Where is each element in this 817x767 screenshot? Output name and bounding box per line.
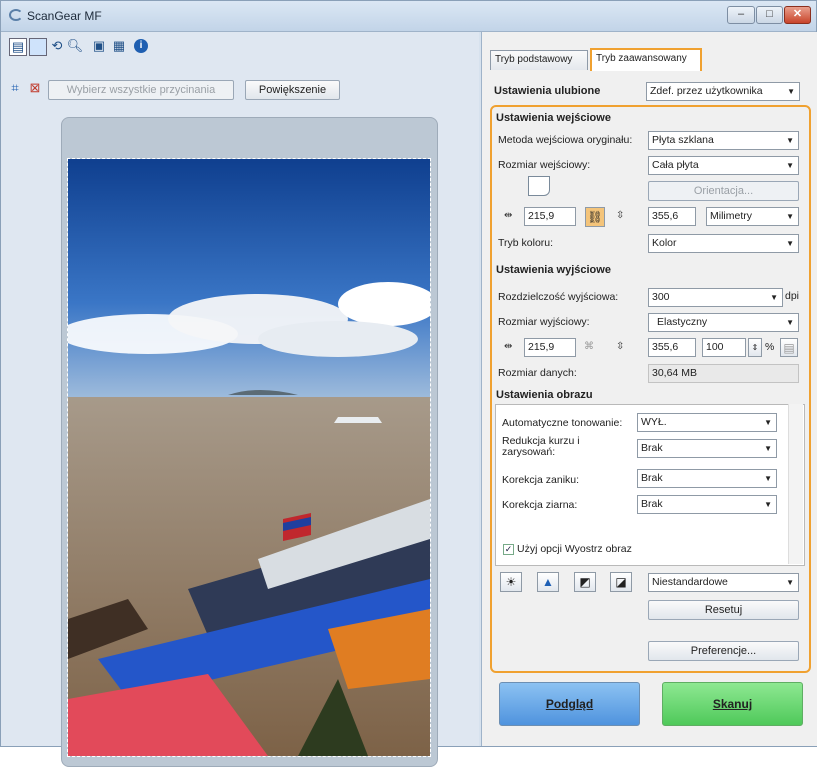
tab-advanced-mode[interactable]: Tryb zaawansowany	[590, 48, 702, 71]
input-size-select[interactable]: Cała płyta ▼	[648, 156, 799, 175]
select-frame-icon[interactable]	[29, 38, 47, 56]
output-height-field[interactable]: 355,6	[648, 338, 696, 357]
final-review-icon[interactable]: ◪	[610, 572, 632, 592]
preview-button[interactable]: Podgląd	[499, 682, 640, 726]
maximize-button[interactable]: □	[756, 6, 783, 24]
fit-icon[interactable]: ▤	[780, 338, 798, 357]
histogram-icon[interactable]: ▲	[537, 572, 559, 592]
auto-tone-label: Automatyczne tonowanie:	[502, 417, 623, 429]
favorites-select[interactable]: Zdef. przez użytkownika ▼	[646, 82, 800, 101]
select-all-crops-button[interactable]: Wybierz wszystkie przycinania	[48, 80, 234, 100]
color-mode-label: Tryb koloru:	[498, 237, 554, 249]
photo-graphic	[68, 159, 430, 756]
tab-basic-mode[interactable]: Tryb podstawowy	[490, 50, 588, 70]
zoom-icon[interactable]: 🔍︎	[67, 38, 84, 54]
data-size-value: 30,64 MB	[648, 364, 799, 383]
output-width-field[interactable]: 215,9	[524, 338, 576, 357]
unsharp-label: Użyj opcji Wyostrz obraz	[517, 543, 632, 555]
preview-pane: ▤ ⟲ 🔍︎ ▣ ▦ i ⌗ ⊠ Wybierz wszystkie przyc…	[1, 32, 479, 767]
resolution-unit: dpi	[785, 290, 800, 302]
info-icon[interactable]: i	[133, 38, 149, 54]
input-width-field[interactable]: 215,9	[524, 207, 576, 226]
scan-button[interactable]: Skanuj	[662, 682, 803, 726]
dust-select[interactable]: Brak ▼	[637, 439, 777, 458]
input-height-field[interactable]: 355,6	[648, 207, 696, 226]
auto-tone-select[interactable]: WYŁ. ▼	[637, 413, 777, 432]
color-mode-select[interactable]: Kolor ▼	[648, 234, 799, 253]
resolution-label: Rozdzielczość wyjściowa:	[498, 291, 619, 303]
thumbnail-icon[interactable]: ▤	[9, 38, 27, 56]
height-icon: ⇳	[616, 210, 625, 221]
image-settings-scrollbar[interactable]	[788, 404, 803, 564]
dust-label: Redukcja kurzu i zarysowań:	[502, 435, 580, 458]
unit-select[interactable]: Milimetry ▼	[706, 207, 799, 226]
output-size-select[interactable]: Elastyczny ▼	[648, 313, 799, 332]
fading-label: Korekcja zaniku:	[502, 474, 580, 486]
unsharp-checkbox[interactable]: ✓	[503, 544, 514, 555]
resolution-select[interactable]: 300 ▼	[648, 288, 783, 307]
crop-icon[interactable]: ⌗	[7, 80, 23, 96]
paste-icon[interactable]: ▦	[111, 38, 127, 54]
favorites-label: Ustawienia ulubione	[494, 85, 601, 97]
scale-field[interactable]: 100	[702, 338, 746, 357]
brightness-icon[interactable]: ☀	[500, 572, 522, 592]
orientation-button[interactable]: Orientacja...	[648, 181, 799, 201]
close-button[interactable]: ✕	[784, 6, 811, 24]
output-size-label: Rozmiar wyjściowy:	[498, 316, 590, 328]
source-label: Metoda wejściowa oryginału:	[498, 134, 633, 146]
scale-unit: %	[765, 341, 775, 353]
data-size-label: Rozmiar danych:	[498, 367, 577, 379]
reset-button[interactable]: Resetuj	[648, 600, 799, 620]
rotate-icon[interactable]: ⟲	[49, 38, 65, 54]
width-icon: ⇹	[504, 210, 513, 221]
aspect-lock-icon[interactable]: ⛓	[585, 207, 605, 227]
settings-pane: Tryb podstawowy Tryb zaawansowany Ustawi…	[481, 32, 817, 746]
delete-crop-icon[interactable]: ⊠	[27, 80, 43, 96]
color-preset-select[interactable]: Niestandardowe ▼	[648, 573, 799, 592]
source-select[interactable]: Płyta szklana ▼	[648, 131, 799, 150]
title-bar: ScanGear MF – □ ✕	[1, 1, 816, 32]
window-title: ScanGear MF	[27, 9, 102, 23]
preferences-button[interactable]: Preferencje...	[648, 641, 799, 661]
grain-select[interactable]: Brak ▼	[637, 495, 777, 514]
minimize-button[interactable]: –	[727, 6, 755, 24]
link-icon: ⌘	[584, 341, 594, 352]
fading-select[interactable]: Brak ▼	[637, 469, 777, 488]
copy-icon[interactable]: ▣	[91, 38, 107, 54]
image-settings-header: Ustawienia obrazu	[496, 389, 593, 401]
preview-image[interactable]	[67, 158, 431, 757]
input-size-label: Rozmiar wejściowy:	[498, 159, 591, 171]
output-settings-header: Ustawienia wyjściowe	[496, 264, 611, 276]
output-height-icon: ⇳	[616, 341, 625, 352]
grain-label: Korekcja ziarna:	[502, 499, 578, 511]
app-icon	[9, 9, 23, 21]
scale-spinner[interactable]: ⇕	[748, 338, 762, 357]
orientation-icon	[528, 176, 550, 196]
input-settings-header: Ustawienia wejściowe	[496, 112, 611, 124]
scangear-window: ScanGear MF – □ ✕ ▤ ⟲ 🔍︎ ▣ ▦ i ⌗ ⊠ Wybie…	[0, 0, 817, 767]
output-width-icon: ⇹	[504, 341, 513, 352]
tone-curve-icon[interactable]: ◩	[574, 572, 596, 592]
zoom-button[interactable]: Powiększenie	[245, 80, 340, 100]
